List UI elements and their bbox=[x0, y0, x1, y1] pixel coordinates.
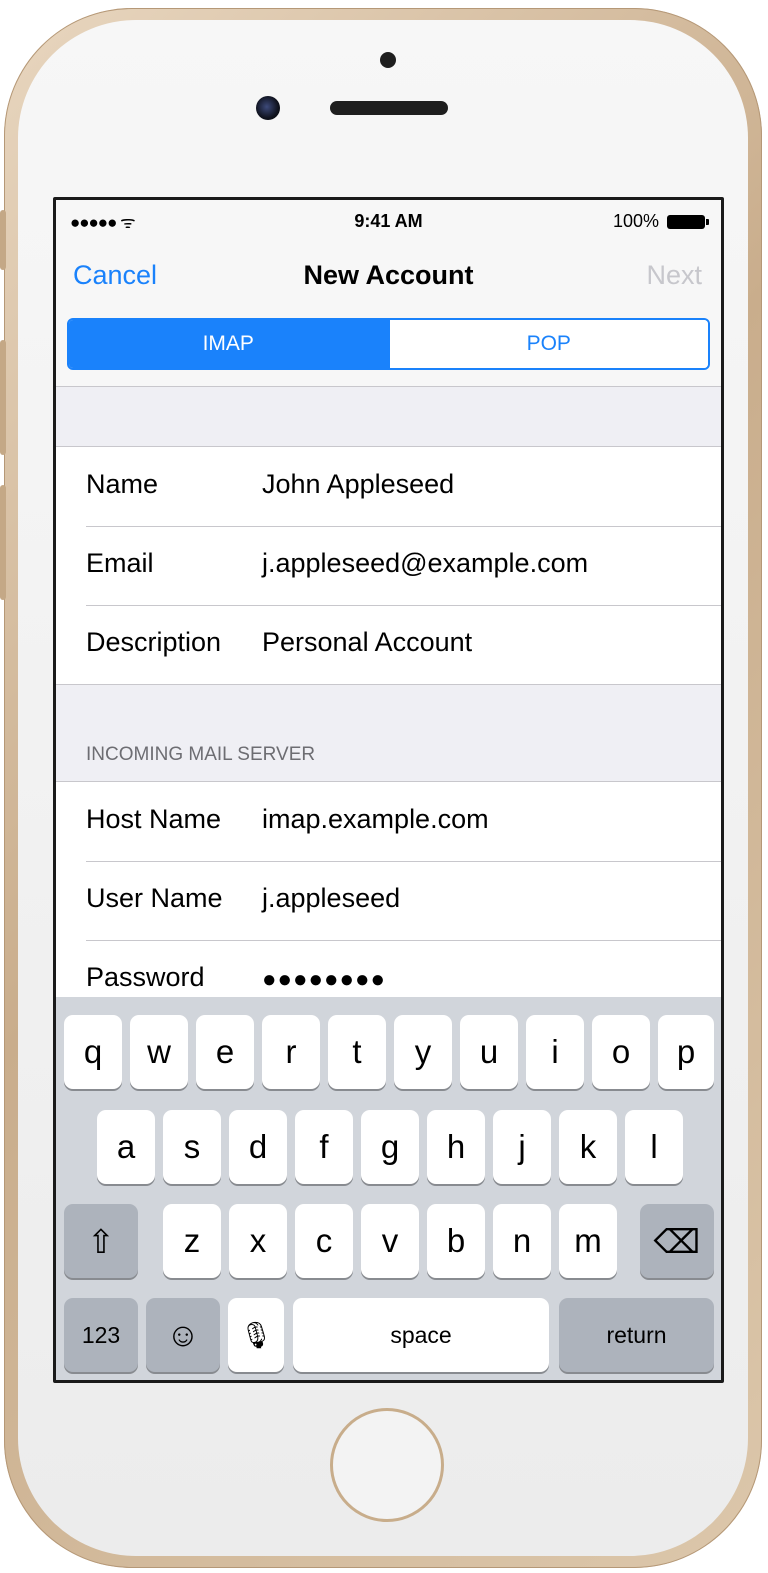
delete-icon: ⌫ bbox=[653, 1222, 701, 1260]
key-p[interactable]: p bbox=[658, 1015, 714, 1089]
incoming-mail-server-header: INCOMING MAIL SERVER bbox=[86, 744, 316, 765]
key-v[interactable]: v bbox=[361, 1204, 419, 1278]
email-row[interactable]: Email j.appleseed@example.com bbox=[56, 526, 721, 605]
return-key[interactable]: return bbox=[559, 1298, 714, 1372]
password-label: Password bbox=[86, 962, 205, 992]
delete-key[interactable]: ⌫ bbox=[640, 1204, 714, 1278]
email-label: Email bbox=[86, 548, 154, 578]
name-label: Name bbox=[86, 469, 159, 499]
key-g[interactable]: g bbox=[361, 1110, 419, 1184]
key-i[interactable]: i bbox=[526, 1015, 584, 1089]
account-info-group: Name John Appleseed Email j.appleseed@ex… bbox=[56, 446, 721, 685]
microphone-icon: 🎙 bbox=[239, 1319, 273, 1350]
next-button[interactable]: Next bbox=[646, 260, 702, 291]
numbers-key[interactable]: 123 bbox=[64, 1298, 138, 1372]
battery-icon bbox=[667, 215, 709, 229]
key-c[interactable]: c bbox=[295, 1204, 353, 1278]
email-field[interactable]: j.appleseed@example.com bbox=[262, 548, 588, 579]
host-name-row[interactable]: Host Name imap.example.com bbox=[56, 782, 721, 861]
key-d[interactable]: d bbox=[229, 1110, 287, 1184]
key-q[interactable]: q bbox=[64, 1015, 122, 1089]
key-m[interactable]: m bbox=[559, 1204, 617, 1278]
space-key[interactable]: space bbox=[293, 1298, 549, 1372]
mute-switch bbox=[0, 210, 6, 270]
account-type-segmented-control: IMAP POP bbox=[67, 318, 710, 370]
keyboard: q w e r t y u i o p a s d f g h j k l ⇧ … bbox=[56, 997, 721, 1380]
key-o[interactable]: o bbox=[592, 1015, 650, 1089]
name-row[interactable]: Name John Appleseed bbox=[56, 447, 721, 526]
key-x[interactable]: x bbox=[229, 1204, 287, 1278]
segment-bar: IMAP POP bbox=[56, 314, 721, 387]
description-label: Description bbox=[86, 627, 222, 657]
name-field[interactable]: John Appleseed bbox=[262, 469, 454, 500]
segment-pop[interactable]: POP bbox=[387, 320, 708, 368]
host-name-label: Host Name bbox=[86, 804, 222, 834]
status-bar: ●●●●● ᯤ 9:41 AM 100% bbox=[56, 200, 721, 244]
emoji-key[interactable]: ☺ bbox=[146, 1298, 220, 1372]
key-f[interactable]: f bbox=[295, 1110, 353, 1184]
shift-key[interactable]: ⇧ bbox=[64, 1204, 138, 1278]
key-s[interactable]: s bbox=[163, 1110, 221, 1184]
description-row[interactable]: Description Personal Account bbox=[56, 605, 721, 684]
volume-up-button bbox=[0, 340, 6, 455]
key-w[interactable]: w bbox=[130, 1015, 188, 1089]
key-l[interactable]: l bbox=[625, 1110, 683, 1184]
key-h[interactable]: h bbox=[427, 1110, 485, 1184]
key-a[interactable]: a bbox=[97, 1110, 155, 1184]
user-name-field[interactable]: j.appleseed bbox=[262, 883, 400, 914]
incoming-server-group: Host Name imap.example.com User Name j.a… bbox=[56, 781, 721, 1020]
key-n[interactable]: n bbox=[493, 1204, 551, 1278]
screen: ●●●●● ᯤ 9:41 AM 100% Cancel New Account … bbox=[53, 197, 724, 1383]
proximity-sensor bbox=[380, 52, 396, 68]
host-name-field[interactable]: imap.example.com bbox=[262, 804, 489, 835]
key-y[interactable]: y bbox=[394, 1015, 452, 1089]
page-title: New Account bbox=[303, 260, 474, 290]
user-name-row[interactable]: User Name j.appleseed bbox=[56, 861, 721, 940]
key-e[interactable]: e bbox=[196, 1015, 254, 1089]
user-name-label: User Name bbox=[86, 883, 223, 913]
mail-settings-screen: ●●●●● ᯤ 9:41 AM 100% Cancel New Account … bbox=[56, 200, 721, 1380]
key-t[interactable]: t bbox=[328, 1015, 386, 1089]
emoji-icon: ☺ bbox=[166, 1316, 200, 1353]
key-u[interactable]: u bbox=[460, 1015, 518, 1089]
earpiece-speaker bbox=[330, 101, 448, 115]
navigation-bar: Cancel New Account Next bbox=[56, 244, 721, 314]
home-button[interactable] bbox=[330, 1408, 444, 1522]
key-k[interactable]: k bbox=[559, 1110, 617, 1184]
dictation-key[interactable]: 🎙 bbox=[228, 1298, 284, 1372]
key-z[interactable]: z bbox=[163, 1204, 221, 1278]
password-field[interactable]: ●●●●●●●● bbox=[262, 966, 386, 994]
shift-icon: ⇧ bbox=[87, 1222, 115, 1260]
key-b[interactable]: b bbox=[427, 1204, 485, 1278]
segment-imap[interactable]: IMAP bbox=[69, 320, 388, 368]
volume-down-button bbox=[0, 485, 6, 600]
front-camera bbox=[256, 96, 280, 120]
key-j[interactable]: j bbox=[493, 1110, 551, 1184]
battery-percent: 100% bbox=[612, 211, 659, 231]
description-field[interactable]: Personal Account bbox=[262, 627, 472, 658]
key-r[interactable]: r bbox=[262, 1015, 320, 1089]
